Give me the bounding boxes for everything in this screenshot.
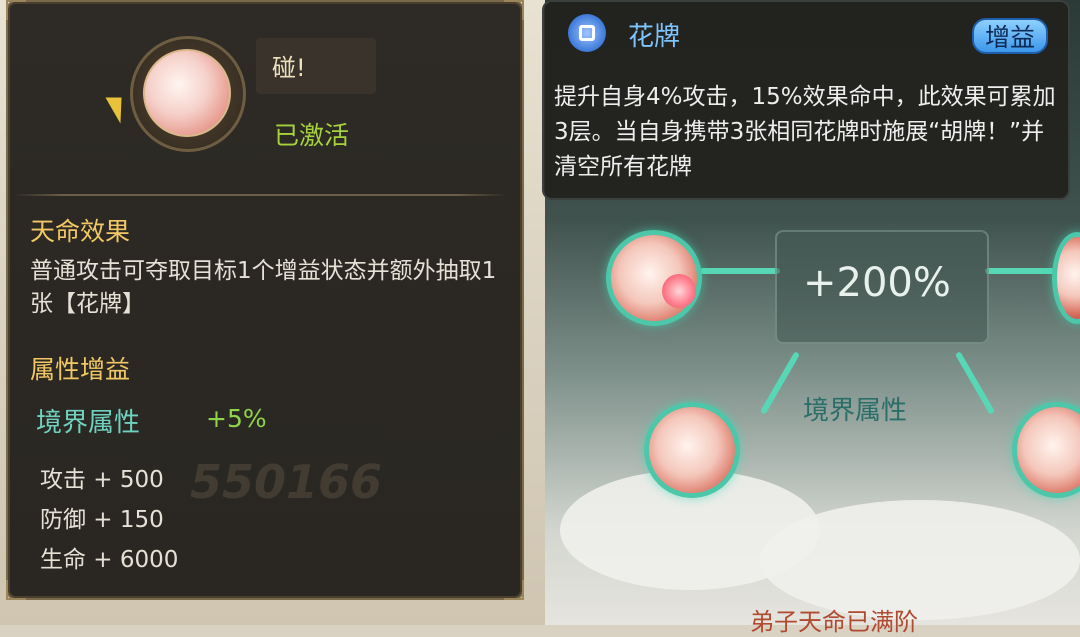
panel-corner: [6, 580, 26, 600]
destiny-description: 普通攻击可夺取目标1个增益状态并额外抽取1张【花牌】: [30, 258, 497, 317]
connector-line: [985, 268, 1055, 274]
stat-defense: 防御 + 150: [40, 507, 164, 533]
panel-corner: [504, 580, 524, 600]
stat-health: 生命 + 6000: [40, 547, 179, 573]
stat-attack: 攻击 + 500: [40, 467, 164, 493]
max-level-text: 弟子天命已满阶: [750, 608, 918, 636]
skill-icon: [143, 49, 231, 137]
card-name: 花牌: [628, 22, 681, 52]
skill-node-2[interactable]: [644, 402, 740, 498]
scene-realm-label: 境界属性: [803, 396, 908, 426]
panel-corner: [6, 0, 26, 20]
skill-title: 碰!: [272, 54, 306, 82]
bonus-percent: +200%: [803, 260, 951, 306]
panel-corner: [504, 0, 524, 20]
flower-icon: [662, 274, 696, 308]
destiny-heading: 天命效果: [30, 217, 131, 246]
buff-badge: 增益: [972, 18, 1048, 54]
card-description: 提升自身4%攻击，15%效果命中，此效果可累加3层。当自身携带3张相同花牌时施展…: [554, 84, 1056, 180]
connector-line: [700, 268, 780, 274]
divider: [14, 194, 506, 196]
realm-attribute-label: 境界属性: [36, 408, 141, 438]
card-icon: [568, 14, 606, 52]
activation-status: 已激活: [274, 121, 350, 150]
attribute-heading: 属性增益: [30, 355, 131, 384]
skill-medal: [130, 36, 246, 152]
realm-attribute-value: +5%: [206, 404, 267, 433]
watermark-number: 550166: [190, 455, 383, 509]
